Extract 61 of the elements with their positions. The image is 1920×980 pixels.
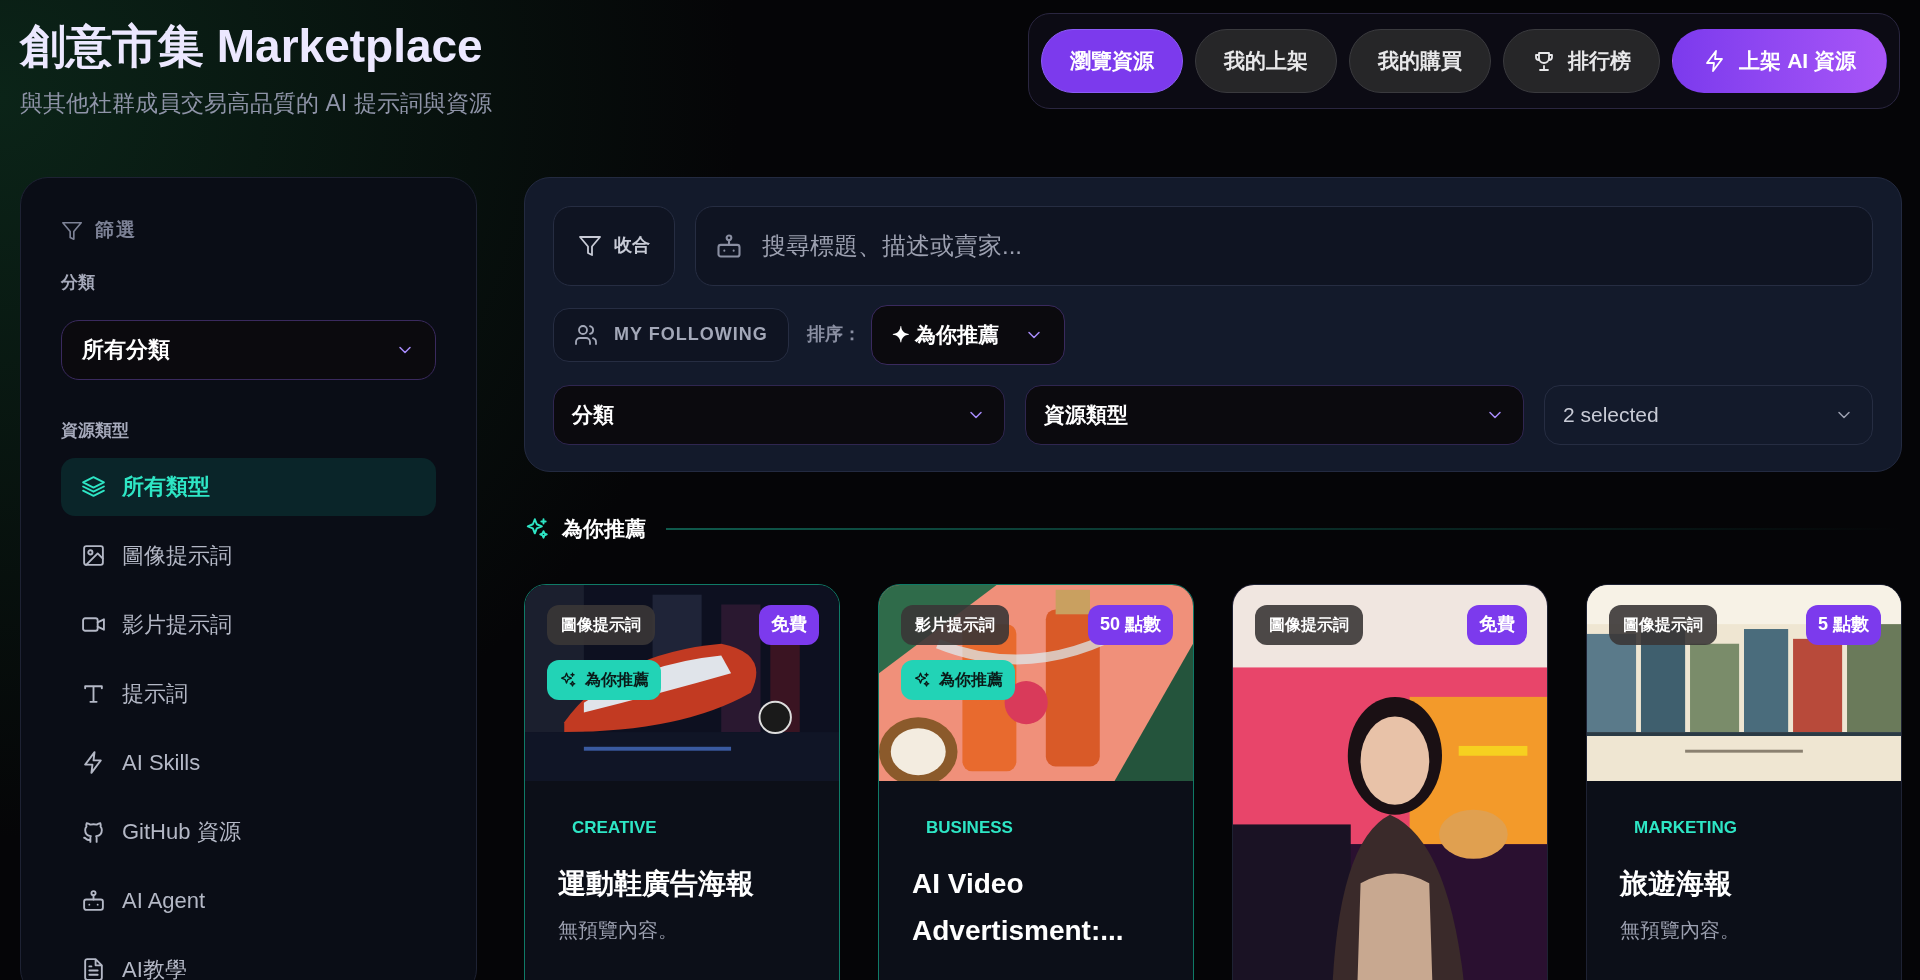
sparkles-icon xyxy=(524,515,550,542)
cat-icon xyxy=(81,819,106,844)
resource-type-item[interactable]: AI Skills xyxy=(61,733,436,792)
card-title: AI Video Advertisment:... xyxy=(912,867,1125,948)
type-badge: 圖像提示詞 xyxy=(1609,604,1717,645)
filter-heading: 篩選 xyxy=(95,218,137,243)
filter-select[interactable]: 資源類型 xyxy=(1025,384,1524,445)
card-description: 無預覽內容。 xyxy=(558,918,679,943)
following-button[interactable]: MY FOLLOWING xyxy=(553,307,789,362)
nav-tab[interactable]: 我的上架 xyxy=(1195,29,1338,93)
price-badge: 5 點數 xyxy=(1806,604,1881,645)
nav-tab[interactable]: 瀏覽資源 xyxy=(1041,29,1184,93)
card-description: 無預覽內容。 xyxy=(1620,918,1741,943)
sort-label: 排序： xyxy=(806,323,861,346)
category-select[interactable]: 所有分類 xyxy=(61,319,436,380)
category-tag: MARKETING xyxy=(1620,814,1751,840)
resource-type-item[interactable]: 圖像提示詞 xyxy=(61,526,436,585)
page-title: 創意市集 Marketplace xyxy=(20,19,484,74)
category-tag: CREATIVE xyxy=(558,814,671,840)
sort-select[interactable]: ✦ 為你推薦 xyxy=(870,304,1065,365)
resource-type-item[interactable]: 提示詞 xyxy=(61,664,436,723)
recommended-badge: 為你推薦 xyxy=(547,659,661,700)
card-title: 運動鞋廣告海報 xyxy=(558,867,755,901)
type-badge: 影片提示詞 xyxy=(901,604,1009,645)
robot-icon xyxy=(81,888,106,913)
resource-type-item[interactable]: AI教學 xyxy=(61,940,436,980)
category-tag: BUSINESS xyxy=(912,814,1027,840)
resource-type-item[interactable]: 影片提示詞 xyxy=(61,595,436,654)
price-badge: 免費 xyxy=(1467,604,1527,645)
filter-icon xyxy=(61,219,83,242)
image-icon xyxy=(81,543,106,568)
filter-select[interactable]: 分類 xyxy=(553,384,1005,445)
layers-icon xyxy=(81,474,106,499)
type-badge: 圖像提示詞 xyxy=(1255,604,1363,645)
search-field[interactable]: 搜尋標題、描述或賣家... xyxy=(695,205,1873,286)
nav-tab[interactable]: 排行榜 xyxy=(1503,29,1661,93)
users-icon xyxy=(574,322,598,347)
resource-card[interactable]: 圖像提示詞 免費 為你推薦 CREATIVE 運動鞋廣告海報 無預覽內容。 xyxy=(524,583,840,980)
collapse-button[interactable]: 收合 xyxy=(553,205,675,286)
document-icon xyxy=(81,957,106,980)
field-label: 資源類型 xyxy=(61,419,130,442)
filter-select[interactable]: 2 selected xyxy=(1544,384,1873,445)
card-title: 旅遊海報 xyxy=(1620,867,1733,901)
page-subtitle: 與其他社群成員交易高品質的 AI 提示詞與資源 xyxy=(20,89,492,118)
sparkles-icon xyxy=(559,670,577,689)
nav-tab[interactable]: 我的購買 xyxy=(1349,29,1492,93)
resource-card[interactable]: 圖像提示詞 免費 xyxy=(1232,583,1548,980)
field-label: 分類 xyxy=(61,271,96,294)
sparkles-icon xyxy=(913,670,931,689)
resource-type-item[interactable]: AI Agent xyxy=(61,871,436,930)
recommended-badge: 為你推薦 xyxy=(901,659,1015,700)
resource-type-item[interactable]: 所有類型 xyxy=(61,457,436,516)
upload-button[interactable]: 上架 AI 資源 xyxy=(1672,29,1887,93)
price-badge: 免費 xyxy=(759,604,819,645)
resource-type-item[interactable]: GitHub 資源 xyxy=(61,802,436,861)
price-badge: 50 點數 xyxy=(1087,604,1173,645)
section-title: 為你推薦 xyxy=(562,515,646,542)
filter-icon xyxy=(578,233,602,258)
resource-card[interactable]: 影片提示詞 50 點數 為你推薦 BUSINESS AI Video Advertisment:... xyxy=(878,583,1194,980)
type-badge: 圖像提示詞 xyxy=(547,604,655,645)
resource-card[interactable]: 圖像提示詞 5 點數 MARKETING 旅遊海報 無預覽內容。 xyxy=(1586,583,1902,980)
